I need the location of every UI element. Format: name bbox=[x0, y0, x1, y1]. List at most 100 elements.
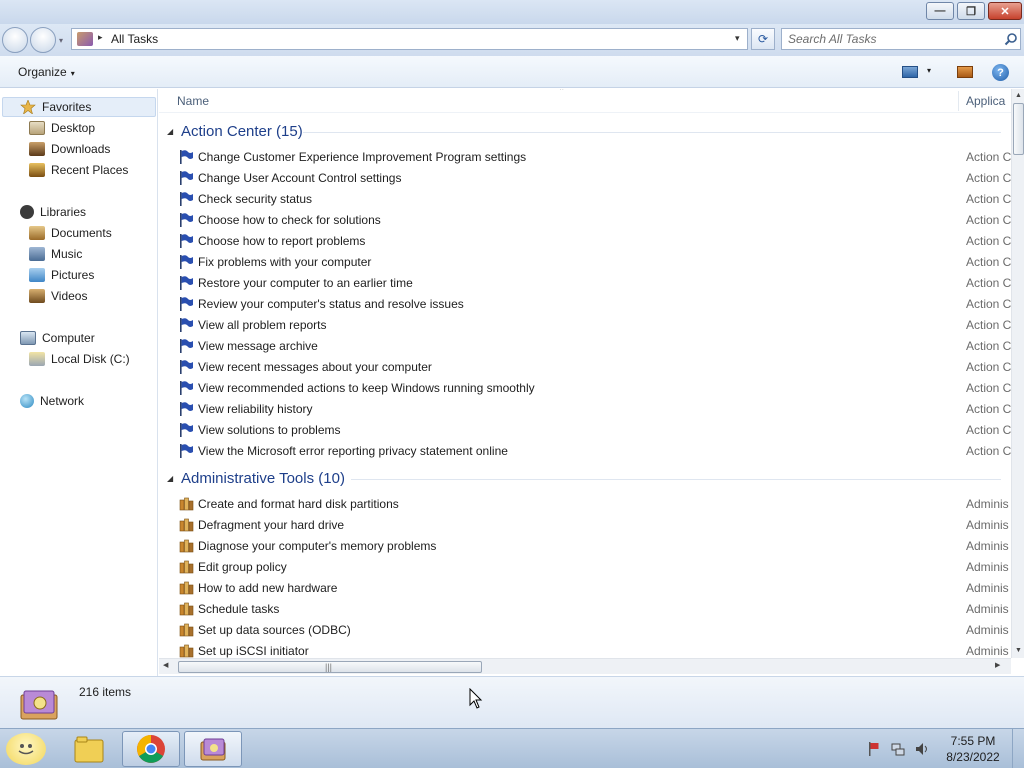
nav-pictures[interactable]: Pictures bbox=[29, 265, 94, 285]
task-name[interactable]: View reliability history bbox=[198, 402, 313, 416]
list-item[interactable]: Choose how to check for solutions Action … bbox=[177, 210, 1011, 231]
list-item[interactable]: Set up data sources (ODBC) Adminis bbox=[177, 620, 1011, 641]
column-header-application[interactable]: Applica bbox=[966, 94, 1011, 108]
change-view-icon[interactable] bbox=[902, 66, 918, 78]
nav-downloads[interactable]: Downloads bbox=[29, 139, 110, 159]
taskbar-all-tasks-button[interactable] bbox=[184, 731, 242, 767]
minimize-button[interactable]: — bbox=[926, 2, 954, 20]
task-name[interactable]: View the Microsoft error reporting priva… bbox=[198, 444, 508, 458]
organize-menu-button[interactable]: Organize ▾ bbox=[18, 65, 75, 79]
list-item[interactable]: Change User Account Control settings Acti… bbox=[177, 168, 1011, 189]
close-button[interactable]: ✕ bbox=[988, 2, 1022, 20]
list-item[interactable]: View recommended actions to keep Windows… bbox=[177, 378, 1011, 399]
task-name[interactable]: Choose how to report problems bbox=[198, 234, 365, 248]
task-name[interactable]: Change User Account Control settings bbox=[198, 171, 401, 185]
list-item[interactable]: Review your computer's status and resolv… bbox=[177, 294, 1011, 315]
task-name[interactable]: Review your computer's status and resolv… bbox=[198, 297, 464, 311]
task-name[interactable]: Check security status bbox=[198, 192, 312, 206]
nav-libraries[interactable]: Libraries bbox=[20, 202, 86, 222]
list-item[interactable]: Create and format hard disk partitions Ad… bbox=[177, 494, 1011, 515]
maximize-button[interactable]: ❐ bbox=[957, 2, 985, 20]
scroll-right-icon[interactable]: ▶ bbox=[995, 661, 1000, 669]
list-item[interactable]: Schedule tasks Adminis bbox=[177, 599, 1011, 620]
list-item[interactable]: Choose how to report problems Action C bbox=[177, 231, 1011, 252]
taskbar-explorer-button[interactable] bbox=[60, 731, 118, 767]
task-name[interactable]: View solutions to problems bbox=[198, 423, 341, 437]
list-item[interactable]: View the Microsoft error reporting priva… bbox=[177, 441, 1011, 462]
vertical-scrollbar[interactable]: ▲ ▼ bbox=[1011, 89, 1024, 658]
nav-documents[interactable]: Documents bbox=[29, 223, 112, 243]
breadcrumb-separator-icon[interactable]: ▸ bbox=[98, 32, 103, 43]
nav-local-disk[interactable]: Local Disk (C:) bbox=[29, 349, 130, 369]
back-button[interactable] bbox=[2, 27, 28, 53]
nav-desktop[interactable]: Desktop bbox=[29, 118, 95, 138]
task-name[interactable]: Fix problems with your computer bbox=[198, 255, 371, 269]
horizontal-scroll-thumb[interactable]: ||| bbox=[178, 661, 482, 673]
group-header-action-center[interactable]: ◢ Action Center (15) bbox=[167, 121, 1001, 143]
show-desktop-button[interactable] bbox=[1012, 729, 1024, 768]
task-name[interactable]: View recent messages about your computer bbox=[198, 360, 432, 374]
list-item[interactable]: Fix problems with your computer Action C bbox=[177, 252, 1011, 273]
task-name[interactable]: Choose how to check for solutions bbox=[198, 213, 381, 227]
list-item[interactable]: View all problem reports Action C bbox=[177, 315, 1011, 336]
group-collapse-icon[interactable]: ◢ bbox=[167, 474, 173, 483]
task-name[interactable]: Change Customer Experience Improvement P… bbox=[198, 150, 526, 164]
address-bar[interactable]: ▸ All Tasks ▾ bbox=[71, 28, 748, 50]
view-options-dropdown-icon[interactable]: ▾ bbox=[927, 66, 931, 75]
task-name[interactable]: Set up data sources (ODBC) bbox=[198, 623, 351, 637]
recent-pages-dropdown-icon[interactable]: ▾ bbox=[59, 36, 63, 45]
forward-button[interactable] bbox=[30, 27, 56, 53]
task-name[interactable]: View message archive bbox=[198, 339, 318, 353]
nav-network[interactable]: Network bbox=[20, 391, 84, 411]
nav-music[interactable]: Music bbox=[29, 244, 82, 264]
list-item[interactable]: View solutions to problems Action C bbox=[177, 420, 1011, 441]
list-item[interactable]: Check security status Action C bbox=[177, 189, 1011, 210]
taskbar-chrome-button[interactable] bbox=[122, 731, 180, 767]
help-button[interactable]: ? bbox=[992, 64, 1009, 81]
task-name[interactable]: Create and format hard disk partitions bbox=[198, 497, 399, 511]
start-button[interactable] bbox=[6, 733, 46, 765]
nav-favorites[interactable]: Favorites bbox=[20, 97, 91, 117]
search-icon[interactable] bbox=[1004, 32, 1018, 46]
network-tray-icon[interactable] bbox=[891, 742, 905, 756]
task-name[interactable]: Diagnose your computer's memory problems bbox=[198, 539, 436, 553]
action-center-flag-icon[interactable] bbox=[868, 742, 880, 756]
scroll-down-icon[interactable]: ▼ bbox=[1012, 644, 1024, 658]
clock-time[interactable]: 7:55 PM bbox=[942, 734, 1004, 748]
vertical-scroll-thumb[interactable] bbox=[1013, 103, 1024, 155]
list-item[interactable]: Diagnose your computer's memory problems… bbox=[177, 536, 1011, 557]
search-box[interactable] bbox=[781, 28, 1021, 50]
scroll-left-icon[interactable]: ◀ bbox=[163, 661, 168, 669]
address-dropdown-icon[interactable]: ▾ bbox=[735, 33, 740, 44]
search-input[interactable] bbox=[788, 31, 998, 47]
list-item[interactable]: View reliability history Action C bbox=[177, 399, 1011, 420]
list-item[interactable]: Edit group policy Adminis bbox=[177, 557, 1011, 578]
scroll-up-icon[interactable]: ▲ bbox=[1012, 89, 1024, 103]
list-item[interactable]: View message archive Action C bbox=[177, 336, 1011, 357]
task-name[interactable]: Schedule tasks bbox=[198, 602, 279, 616]
nav-recent-places[interactable]: Recent Places bbox=[29, 160, 128, 180]
nav-computer[interactable]: Computer bbox=[20, 328, 95, 348]
task-name[interactable]: Defragment your hard drive bbox=[198, 518, 344, 532]
nav-videos[interactable]: Videos bbox=[29, 286, 87, 306]
list-item[interactable]: Change Customer Experience Improvement P… bbox=[177, 147, 1011, 168]
group-header-administrative-tools[interactable]: ◢ Administrative Tools (10) bbox=[167, 468, 1001, 490]
clock-date[interactable]: 8/23/2022 bbox=[942, 750, 1004, 764]
task-name[interactable]: View all problem reports bbox=[198, 318, 327, 332]
horizontal-scrollbar[interactable]: ◀ ||| ▶ bbox=[159, 658, 1011, 674]
volume-icon[interactable] bbox=[915, 742, 929, 756]
list-item[interactable]: How to add new hardware Adminis bbox=[177, 578, 1011, 599]
task-name[interactable]: How to add new hardware bbox=[198, 581, 337, 595]
list-item[interactable]: Restore your computer to an earlier time… bbox=[177, 273, 1011, 294]
task-name[interactable]: Set up iSCSI initiator bbox=[198, 644, 309, 658]
refresh-button[interactable]: ⟳ bbox=[751, 28, 775, 50]
preview-pane-icon[interactable] bbox=[957, 66, 973, 78]
task-name[interactable]: Edit group policy bbox=[198, 560, 287, 574]
list-item[interactable]: Defragment your hard drive Adminis bbox=[177, 515, 1011, 536]
task-name[interactable]: View recommended actions to keep Windows… bbox=[198, 381, 535, 395]
column-header-name[interactable]: Name bbox=[177, 94, 209, 108]
list-item[interactable]: View recent messages about your computer… bbox=[177, 357, 1011, 378]
breadcrumb-all-tasks[interactable]: All Tasks bbox=[111, 32, 158, 46]
task-name[interactable]: Restore your computer to an earlier time bbox=[198, 276, 413, 290]
column-divider[interactable] bbox=[958, 91, 959, 111]
